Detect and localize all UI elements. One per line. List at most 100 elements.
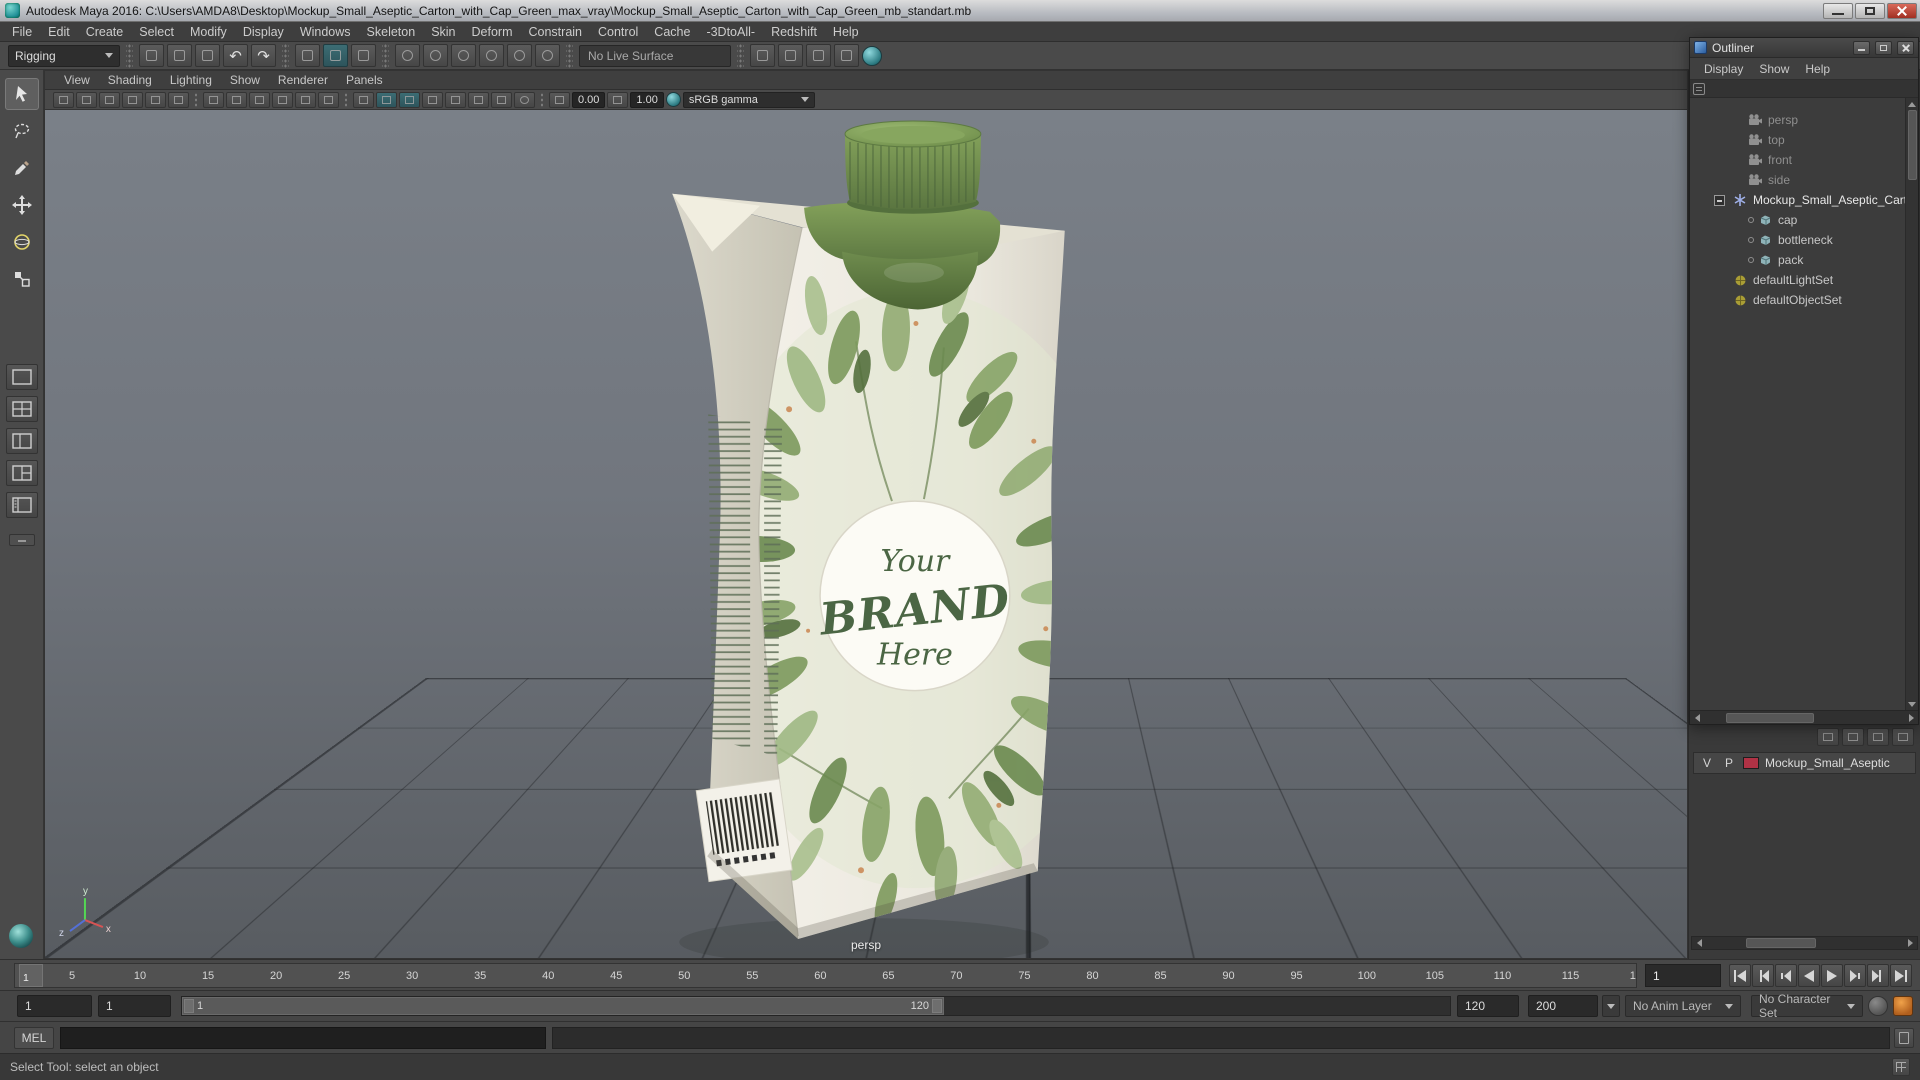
- maximize-button[interactable]: [1855, 2, 1885, 19]
- outliner-menu-item[interactable]: Show: [1751, 62, 1797, 76]
- range-slider-track[interactable]: 1 120: [181, 996, 1451, 1016]
- menu-item[interactable]: Skeleton: [359, 22, 424, 42]
- scrollbar-thumb[interactable]: [1907, 110, 1917, 180]
- play-forwards-button[interactable]: [1821, 964, 1843, 987]
- play-backwards-button[interactable]: [1798, 964, 1820, 987]
- scroll-right-arrow[interactable]: [1903, 937, 1917, 949]
- outliner-menu-item[interactable]: Display: [1696, 62, 1751, 76]
- menu-item[interactable]: Windows: [292, 22, 359, 42]
- animation-preferences-button[interactable]: [1893, 996, 1913, 1016]
- outliner-item-defaultobjectset[interactable]: defaultObjectSet: [1690, 290, 1918, 310]
- undo-button[interactable]: ↶: [223, 44, 248, 67]
- outliner-maximize-button[interactable]: [1875, 40, 1892, 55]
- scrollbar-thumb[interactable]: [1746, 938, 1816, 948]
- auto-keyframe-toggle[interactable]: [1868, 996, 1888, 1016]
- create-layer-from-selected-button[interactable]: [1892, 728, 1914, 746]
- panel-menu-item[interactable]: Show: [221, 71, 269, 90]
- select-camera-button[interactable]: [53, 91, 74, 108]
- toolbar-separator[interactable]: [126, 43, 133, 68]
- outliner-minimize-button[interactable]: [1853, 40, 1870, 55]
- menu-item[interactable]: File: [4, 22, 40, 42]
- wireframe-mode-button[interactable]: [353, 91, 374, 108]
- rotate-tool-button[interactable]: [5, 226, 39, 258]
- field-chart-toggle[interactable]: [272, 91, 293, 108]
- time-slider[interactable]: 1 5 10 15 20 25 30 35 40 45 50 55 60 65 70 75 80 85 90 95 1…: [14, 963, 1637, 988]
- select-tool-button[interactable]: [4, 78, 39, 110]
- exposure-icon[interactable]: [549, 91, 570, 108]
- step-forward-frame-button[interactable]: [1844, 964, 1866, 987]
- gate-mask-toggle[interactable]: [249, 91, 270, 108]
- panel-menu-item[interactable]: Lighting: [161, 71, 221, 90]
- playback-end-field[interactable]: 120: [1457, 995, 1519, 1017]
- exposure-field[interactable]: 0.00: [572, 91, 606, 108]
- file-save-button[interactable]: [195, 44, 220, 67]
- playback-options-button[interactable]: [1602, 995, 1620, 1017]
- playback-range-bar[interactable]: 1 120: [182, 997, 944, 1015]
- snap-to-curves-toggle[interactable]: [423, 44, 448, 67]
- command-language-toggle[interactable]: MEL: [14, 1027, 54, 1049]
- layout-four-pane-button[interactable]: [5, 396, 38, 422]
- panel-menu-item[interactable]: Shading: [99, 71, 161, 90]
- select-object-button[interactable]: [323, 44, 348, 67]
- playback-start-field[interactable]: 1: [98, 995, 171, 1017]
- animation-start-field[interactable]: 1: [17, 995, 92, 1017]
- shaded-mode-button[interactable]: [376, 91, 397, 108]
- layers-normal-mode-button[interactable]: [1817, 728, 1839, 746]
- safe-action-toggle[interactable]: [295, 91, 316, 108]
- outliner-item-pack[interactable]: pack: [1690, 250, 1918, 270]
- lock-camera-toggle[interactable]: [76, 91, 97, 108]
- file-open-button[interactable]: [167, 44, 192, 67]
- anim-layer-dropdown[interactable]: No Anim Layer: [1625, 995, 1741, 1017]
- resolution-gate-toggle[interactable]: [226, 91, 247, 108]
- color-space-dropdown[interactable]: sRGB gamma: [682, 91, 815, 108]
- layout-three-pane-button[interactable]: [5, 460, 38, 486]
- redo-button[interactable]: ↷: [251, 44, 276, 67]
- outliner-menu-item[interactable]: Help: [1797, 62, 1838, 76]
- color-management-toggle[interactable]: [665, 92, 681, 107]
- snap-to-grids-toggle[interactable]: [395, 44, 420, 67]
- outliner-horizontal-scrollbar[interactable]: [1690, 710, 1918, 724]
- viewport-canvas[interactable]: Your BRAND Here y x z persp: [45, 110, 1687, 958]
- scroll-left-arrow[interactable]: [1690, 712, 1704, 724]
- toolbar-separator[interactable]: [566, 43, 573, 68]
- title-bar[interactable]: Autodesk Maya 2016: C:\Users\AMDA8\Deskt…: [0, 0, 1920, 22]
- toolbar-separator[interactable]: [282, 43, 289, 68]
- scale-tool-button[interactable]: [5, 263, 39, 295]
- menu-item[interactable]: Constrain: [521, 22, 591, 42]
- toolbar-separator[interactable]: [382, 43, 389, 68]
- outliner-item-top[interactable]: top: [1690, 130, 1918, 150]
- scroll-up-arrow[interactable]: [1905, 98, 1918, 110]
- step-forward-key-button[interactable]: [1867, 964, 1889, 987]
- render-view-button[interactable]: [750, 44, 775, 67]
- two-d-pan-zoom-toggle[interactable]: [168, 91, 189, 108]
- scroll-right-arrow[interactable]: [1904, 712, 1918, 724]
- go-to-end-button[interactable]: [1890, 964, 1912, 987]
- select-component-button[interactable]: [351, 44, 376, 67]
- ipr-render-button[interactable]: [806, 44, 831, 67]
- display-layer-row[interactable]: V P Mockup_Small_Aseptic: [1693, 752, 1916, 774]
- menu-item[interactable]: Display: [235, 22, 292, 42]
- outliner-item-bottleneck[interactable]: bottleneck: [1690, 230, 1918, 250]
- render-current-frame-button[interactable]: [778, 44, 803, 67]
- outliner-title-bar[interactable]: Outliner: [1690, 38, 1918, 58]
- filter-icon[interactable]: [1693, 82, 1705, 95]
- menu-item[interactable]: Redshift: [763, 22, 825, 42]
- file-new-button[interactable]: [139, 44, 164, 67]
- panel-menu-item[interactable]: Renderer: [269, 71, 337, 90]
- go-to-start-button[interactable]: [1729, 964, 1751, 987]
- grid-layout-icon[interactable]: [1892, 1058, 1910, 1076]
- range-end-handle[interactable]: [932, 999, 942, 1013]
- anti-alias-toggle[interactable]: [514, 91, 535, 108]
- menu-item[interactable]: Modify: [182, 22, 235, 42]
- layout-single-pane-button[interactable]: [5, 364, 38, 390]
- live-surface-field[interactable]: No Live Surface: [579, 44, 731, 67]
- panel-menu-item[interactable]: Panels: [337, 71, 392, 90]
- image-plane-button[interactable]: [145, 91, 166, 108]
- layer-color-swatch[interactable]: [1743, 757, 1759, 769]
- step-back-frame-button[interactable]: [1775, 964, 1797, 987]
- safe-title-toggle[interactable]: [318, 91, 339, 108]
- outliner-vertical-scrollbar[interactable]: [1905, 98, 1918, 710]
- film-gate-toggle[interactable]: [203, 91, 224, 108]
- snap-to-points-toggle[interactable]: [451, 44, 476, 67]
- perspective-view-shortcut[interactable]: [6, 921, 36, 951]
